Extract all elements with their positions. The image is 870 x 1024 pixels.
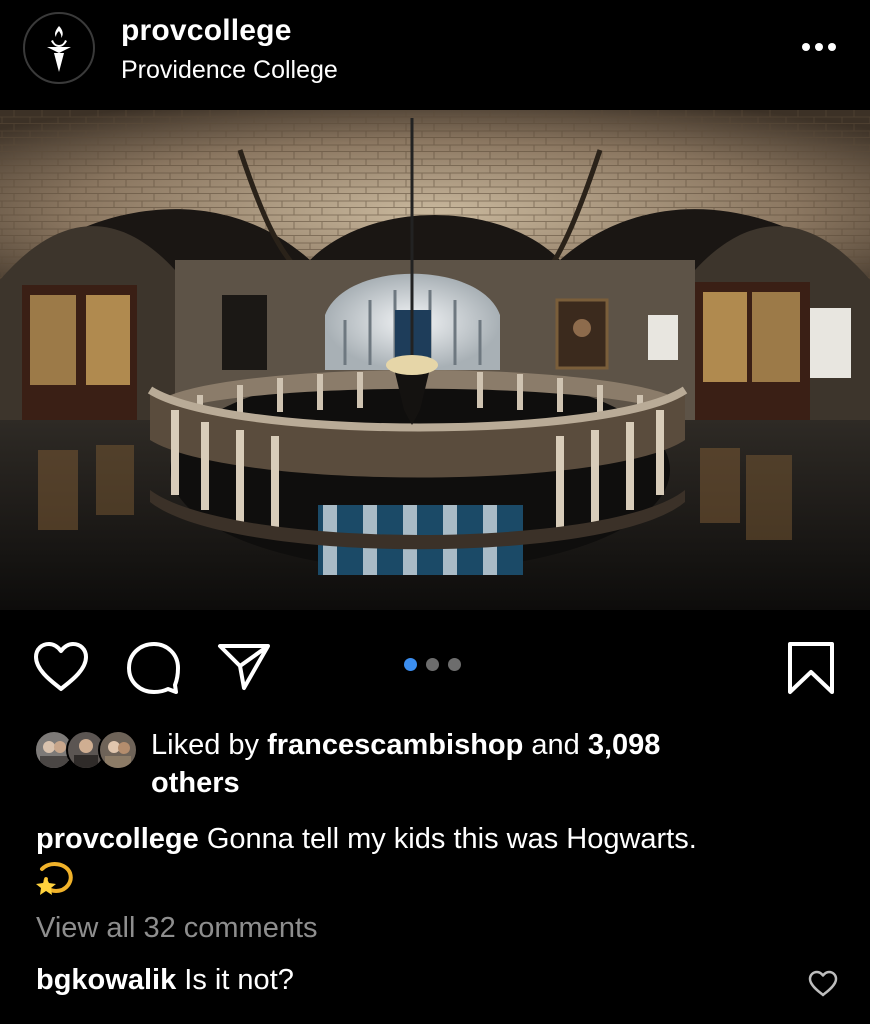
carousel-dot-1: [404, 658, 417, 671]
comment-username[interactable]: bgkowalik: [36, 964, 176, 996]
more-options-icon[interactable]: [798, 32, 840, 62]
likes-row: Liked by francescambishop and 3,098 othe…: [0, 720, 870, 810]
heart-icon[interactable]: [32, 640, 90, 694]
avatar[interactable]: [23, 12, 95, 84]
comment-row: bgkowalik Is it not?: [36, 964, 294, 997]
rotunda-photo: [0, 110, 870, 610]
providence-torch-logo-icon: [47, 26, 71, 72]
instagram-post: provcollege Providence College Liked by …: [0, 0, 870, 1024]
caption-text: Gonna tell my kids this was Hogwarts.: [198, 823, 697, 855]
carousel-dot-2: [426, 658, 439, 671]
likes-and: and: [523, 729, 588, 761]
dizzy-star-emoji-icon: [36, 862, 73, 896]
likes-prefix: Liked by: [151, 729, 268, 761]
carousel-dot-3: [448, 658, 461, 671]
comment-text: Is it not?: [176, 964, 294, 996]
comment-heart-icon[interactable]: [808, 970, 838, 998]
likes-others[interactable]: others: [151, 767, 240, 799]
post-header: provcollege Providence College: [0, 0, 870, 110]
post-photo[interactable]: [0, 110, 870, 610]
liker-avatar[interactable]: [98, 730, 138, 770]
liked-by-user-link[interactable]: francescambishop: [267, 729, 523, 761]
paper-plane-icon[interactable]: [216, 640, 272, 692]
likes-summary: Liked by francescambishop and 3,098 othe…: [151, 726, 791, 802]
bookmark-icon[interactable]: [786, 640, 836, 696]
post-caption: provcollege Gonna tell my kids this was …: [36, 820, 836, 897]
caption-username[interactable]: provcollege: [36, 823, 199, 855]
view-all-comments-link[interactable]: View all 32 comments: [36, 912, 318, 945]
comment-bubble-icon[interactable]: [125, 640, 181, 696]
likes-count[interactable]: 3,098: [588, 729, 661, 761]
post-actions: [0, 610, 870, 720]
post-location[interactable]: Providence College: [121, 56, 338, 85]
post-username[interactable]: provcollege: [121, 14, 292, 48]
